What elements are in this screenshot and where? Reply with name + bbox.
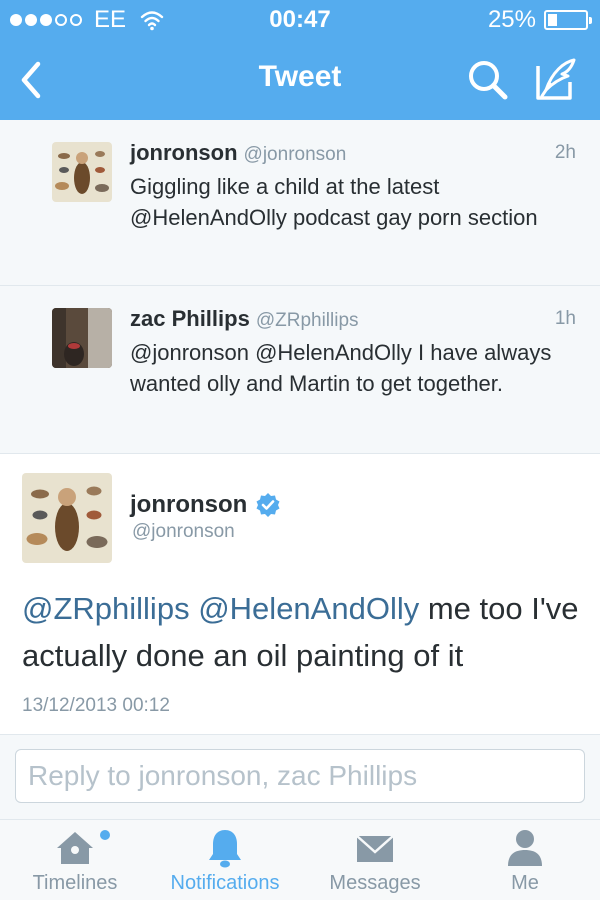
tab-label: Notifications (170, 872, 280, 894)
envelope-icon (356, 835, 394, 862)
tweet-timestamp: 13/12/2013 00:12 (22, 695, 170, 716)
tab-messages[interactable]: Messages (300, 820, 450, 900)
tab-label: Messages (329, 872, 421, 894)
tweet-author: jonronson @jonronson (130, 140, 346, 166)
conversation-tweet[interactable]: zac Phillips @ZRphillips 1h @jonronson @H… (0, 286, 600, 454)
tweet-time: 2h (554, 142, 576, 163)
unread-dot (100, 830, 110, 840)
author-handle[interactable]: @jonronson (132, 521, 235, 543)
battery-fill (548, 14, 557, 26)
reply-input[interactable] (15, 749, 585, 803)
conversation-tweet[interactable]: jonronson @jonronson 2h Giggling like a c… (0, 120, 600, 286)
avatar-image (22, 473, 112, 563)
navbar: Tweet (0, 40, 600, 120)
tab-label: Me (511, 872, 539, 894)
tab-timelines[interactable]: Timelines (0, 820, 150, 900)
bell-icon (209, 830, 241, 868)
author-handle[interactable]: @ZRphillips (256, 310, 359, 331)
tweet-time: 1h (554, 308, 576, 329)
search-icon[interactable] (466, 58, 510, 102)
verified-badge-icon (256, 493, 280, 517)
author-handle[interactable]: @jonronson (244, 144, 347, 165)
tab-bar: Timelines Notifications Messages Me (0, 820, 600, 900)
tab-label: Timelines (32, 872, 118, 894)
reply-bar (0, 735, 600, 820)
tweet-text: Giggling like a child at the latest @Hel… (130, 174, 538, 230)
author-name[interactable]: jonronson (130, 491, 247, 519)
mention-link[interactable]: @HelenAndOlly (198, 591, 419, 626)
main-tweet: jonronson @jonronson @ZRphillips @HelenA… (0, 455, 600, 735)
header: EE 00:47 25% Tweet (0, 0, 600, 120)
avatar[interactable] (52, 142, 112, 202)
mention-link[interactable]: @ZRphillips (22, 591, 190, 626)
author-name[interactable]: zac Phillips (130, 306, 250, 331)
home-icon (57, 832, 93, 864)
tweet-author: zac Phillips @ZRphillips (130, 306, 359, 332)
compose-icon[interactable] (534, 56, 580, 102)
avatar[interactable] (22, 473, 112, 563)
tweet-text: @jonronson @HelenAndOlly I have always w… (130, 340, 552, 396)
status-right: 25% (487, 6, 592, 34)
tab-me[interactable]: Me (450, 820, 600, 900)
tweet-text: @ZRphillips @HelenAndOlly me too I've ac… (22, 585, 582, 679)
page-title: Tweet (258, 60, 342, 93)
avatar-image (52, 308, 112, 368)
avatar[interactable] (52, 308, 112, 368)
tab-notifications[interactable]: Notifications (150, 820, 300, 900)
person-icon (508, 830, 542, 866)
battery-percent: 25% (487, 6, 536, 33)
status-bar: EE 00:47 25% (0, 0, 600, 40)
avatar-image (52, 142, 112, 202)
tweet-author: jonronson (130, 491, 281, 519)
author-name[interactable]: jonronson (130, 140, 238, 165)
battery-icon (544, 10, 592, 30)
